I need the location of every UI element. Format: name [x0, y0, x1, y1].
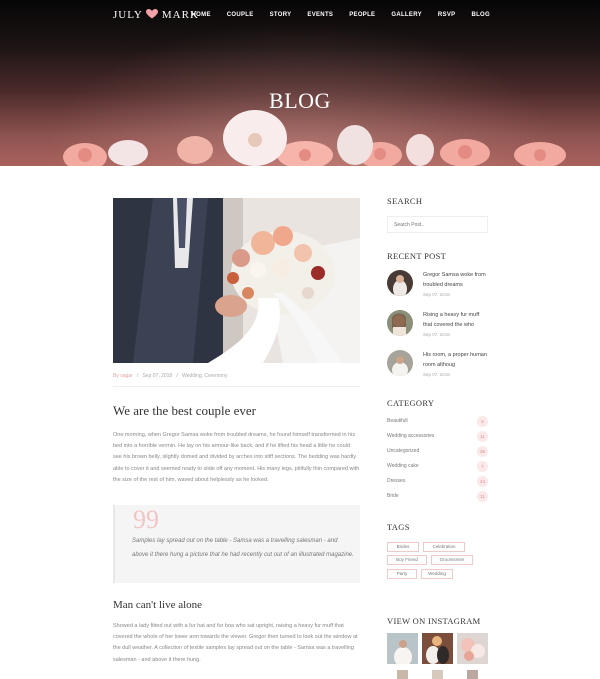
recent-post-date: Sep 07, 2018 — [423, 372, 450, 377]
recent-post-title[interactable]: His room, a proper human room althoug — [423, 351, 488, 370]
post-body: One morning, when Gregor Samsa woke from… — [113, 432, 360, 483]
recent-post-thumbnail[interactable] — [387, 310, 413, 336]
instagram-photo[interactable] — [457, 633, 488, 664]
category-item[interactable]: Beautifull 5 — [387, 416, 488, 429]
recent-post-item[interactable]: His room, a proper human room althoug Se… — [387, 350, 488, 380]
category-count-badge: 7 — [477, 461, 488, 472]
nav-item-couple[interactable]: COUPLE — [227, 12, 254, 18]
instagram-photo[interactable] — [387, 668, 418, 679]
recent-post-item[interactable]: Rising a heavy fur muff that covered the… — [387, 310, 488, 340]
post-subtitle: Man can't live alone — [113, 599, 203, 611]
category-label[interactable]: Wedding cake — [387, 463, 419, 469]
category-item[interactable]: Uncategorized 36 — [387, 446, 488, 459]
recent-heading: RECENT POST — [387, 251, 447, 261]
nav-item-story[interactable]: STORY — [270, 12, 292, 18]
recent-post-date: Sep 07, 2018 — [423, 292, 450, 297]
post-author[interactable]: By sagar — [113, 373, 133, 379]
recent-post-thumbnail[interactable] — [387, 270, 413, 296]
post-title: We are the best couple ever — [113, 403, 256, 418]
search-heading: SEARCH — [387, 196, 423, 206]
quote-text: Samples lay spread out on the table - Sa… — [132, 538, 354, 558]
roses-decoration — [63, 110, 566, 166]
category-count-badge: 11 — [477, 431, 488, 442]
category-label[interactable]: Uncategorized — [387, 448, 419, 454]
meta-separator: / — [176, 373, 178, 379]
post-featured-image[interactable] — [113, 198, 360, 363]
category-count-badge: 5 — [477, 416, 488, 427]
tag-chip[interactable]: Party — [387, 569, 417, 579]
nav-item-home[interactable]: HOME — [192, 12, 211, 18]
page-title: BLOG — [269, 88, 331, 113]
tag-chip[interactable]: Celebration — [423, 542, 465, 552]
category-count-badge: 24 — [477, 476, 488, 487]
category-item[interactable]: Bride 11 — [387, 491, 488, 504]
post-body-2: Showed a lady fitted out with a fur hat … — [113, 623, 358, 663]
instagram-photo[interactable] — [422, 633, 453, 664]
recent-post-date: Sep 07, 2018 — [423, 332, 450, 337]
recent-post-title[interactable]: Gregor Samsa woke from troubled dreams — [423, 271, 488, 290]
divider — [113, 386, 360, 387]
search-input[interactable] — [387, 216, 488, 233]
heart-icon — [146, 9, 159, 19]
category-label[interactable]: Dresses — [387, 478, 405, 484]
category-heading: CATEGORY — [387, 398, 435, 408]
tag-chip[interactable]: Wedding — [421, 569, 453, 579]
instagram-heading: VIEW ON INSTAGRAM — [387, 616, 481, 626]
nav-item-blog[interactable]: BLOG — [471, 12, 490, 18]
post-meta: By sagar / Sep 07, 2018 / Wedding, Cerem… — [113, 373, 360, 379]
category-label[interactable]: Wedding accessories — [387, 433, 434, 439]
category-label[interactable]: Bride — [387, 493, 399, 499]
recent-post-title[interactable]: Rising a heavy fur muff that covered the… — [423, 311, 488, 330]
tag-chip[interactable]: Brides — [387, 542, 419, 552]
recent-post-item[interactable]: Gregor Samsa woke from troubled dreams S… — [387, 270, 488, 300]
quote-icon: 99 — [133, 505, 159, 534]
instagram-photo[interactable] — [387, 633, 418, 664]
meta-separator: / — [136, 373, 139, 379]
blockquote: 99 Samples lay spread out on the table -… — [113, 505, 360, 583]
category-item[interactable]: Dresses 24 — [387, 476, 488, 489]
category-item[interactable]: Wedding cake 7 — [387, 461, 488, 474]
nav-item-rsvp[interactable]: RSVP — [438, 12, 456, 18]
nav-item-people[interactable]: PEOPLE — [349, 12, 375, 18]
nav-menu: HOME COUPLE STORY EVENTS PEOPLE GALLERY … — [176, 12, 490, 18]
instagram-photo[interactable] — [457, 668, 488, 679]
tag-chip[interactable]: Groomsmen — [431, 555, 473, 565]
post-date: Sep 07, 2018 — [142, 373, 173, 379]
page-hero: JULY MARK HOME COUPLE STORY EVENTS PEOPL… — [0, 0, 600, 166]
logo-left-text: JULY — [113, 9, 143, 21]
category-item[interactable]: Wedding accessories 11 — [387, 431, 488, 444]
post-categories[interactable]: Wedding, Ceremony — [182, 373, 228, 379]
recent-post-thumbnail[interactable] — [387, 350, 413, 376]
instagram-photo[interactable] — [422, 668, 453, 679]
nav-item-events[interactable]: EVENTS — [307, 12, 333, 18]
category-count-badge: 36 — [477, 446, 488, 457]
nav-item-gallery[interactable]: GALLERY — [391, 12, 422, 18]
main-nav: JULY MARK HOME COUPLE STORY EVENTS PEOPL… — [113, 8, 490, 24]
category-label[interactable]: Beautifull — [387, 418, 408, 424]
tags-heading: TAGS — [387, 522, 410, 532]
tag-chip[interactable]: Boy Friend — [387, 555, 427, 565]
category-count-badge: 11 — [477, 491, 488, 502]
